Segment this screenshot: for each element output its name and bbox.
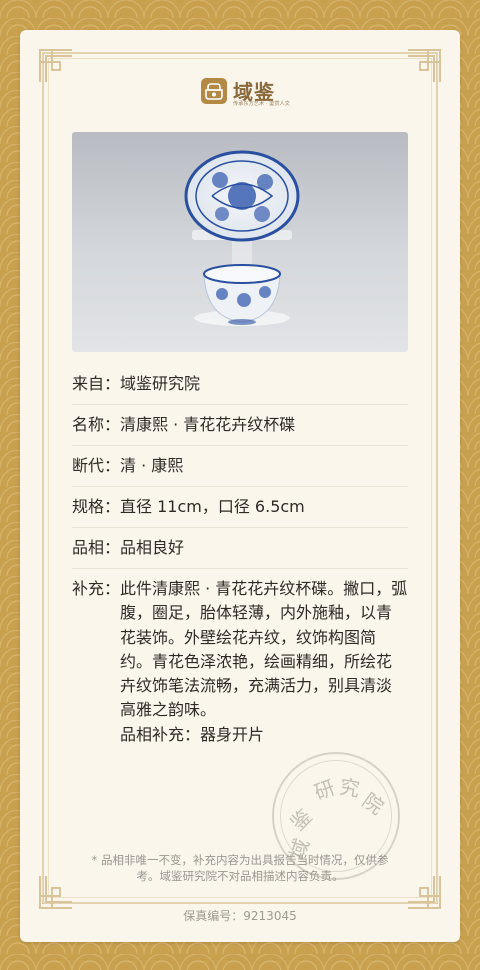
info-value: 清 · 康熙 — [120, 456, 184, 475]
supplement-condition: 品相补充：器身开片 — [120, 724, 265, 744]
corner-ornament-icon — [38, 874, 74, 910]
info-value: 此件清康熙 · 青花花卉纹杯碟。撇口，弧腹，圈足，胎体轻薄，内外施釉，以青花装饰… — [120, 577, 408, 747]
serial-label: 保真编号： — [183, 909, 244, 923]
artifact-photo — [72, 132, 408, 352]
info-row-supplement: 补充： 此件清康熙 · 青花花卉纹杯碟。撇口，弧腹，圈足，胎体轻薄，内外施釉，以… — [72, 569, 408, 755]
info-value: 清康熙 · 青花花卉纹杯碟 — [120, 415, 296, 434]
info-row-name: 名称： 清康熙 · 青花花卉纹杯碟 — [72, 405, 408, 446]
brand-slogan: 传承东方艺术 · 鉴赏人文 — [233, 100, 290, 107]
artifact-info: 来自： 域鉴研究院 名称： 清康熙 · 青花花卉纹杯碟 断代： 清 · 康熙 规… — [72, 364, 408, 755]
supplement-text: 此件清康熙 · 青花花卉纹杯碟。撇口，弧腹，圈足，胎体轻薄，内外施釉，以青花装饰… — [120, 579, 408, 720]
info-value: 域鉴研究院 — [120, 374, 201, 393]
info-value: 品相良好 — [120, 538, 185, 557]
info-row-source: 来自： 域鉴研究院 — [72, 364, 408, 405]
info-label: 品相： — [72, 538, 121, 557]
corner-ornament-icon — [406, 874, 442, 910]
disclaimer-note: * 品相非唯一不变，补充内容为出具报告当时情况，仅供参考。域鉴研究院不对品相描述… — [91, 853, 389, 883]
serial-value: 9213045 — [243, 909, 297, 923]
info-label: 来自： — [72, 374, 121, 393]
info-label: 断代： — [72, 456, 121, 475]
brand-logo: 域鉴 传承东方艺术 · 鉴赏人文 — [0, 76, 480, 112]
info-label: 补充： — [72, 579, 121, 598]
brand-logo-icon — [201, 78, 227, 104]
info-row-era: 断代： 清 · 康熙 — [72, 446, 408, 487]
info-row-condition: 品相： 品相良好 — [72, 528, 408, 569]
serial-number: 保真编号：9213045 — [0, 907, 480, 924]
info-value: 直径 11cm，口径 6.5cm — [120, 497, 305, 516]
info-label: 名称： — [72, 415, 121, 434]
info-label: 规格： — [72, 497, 121, 516]
info-row-size: 规格： 直径 11cm，口径 6.5cm — [72, 487, 408, 528]
